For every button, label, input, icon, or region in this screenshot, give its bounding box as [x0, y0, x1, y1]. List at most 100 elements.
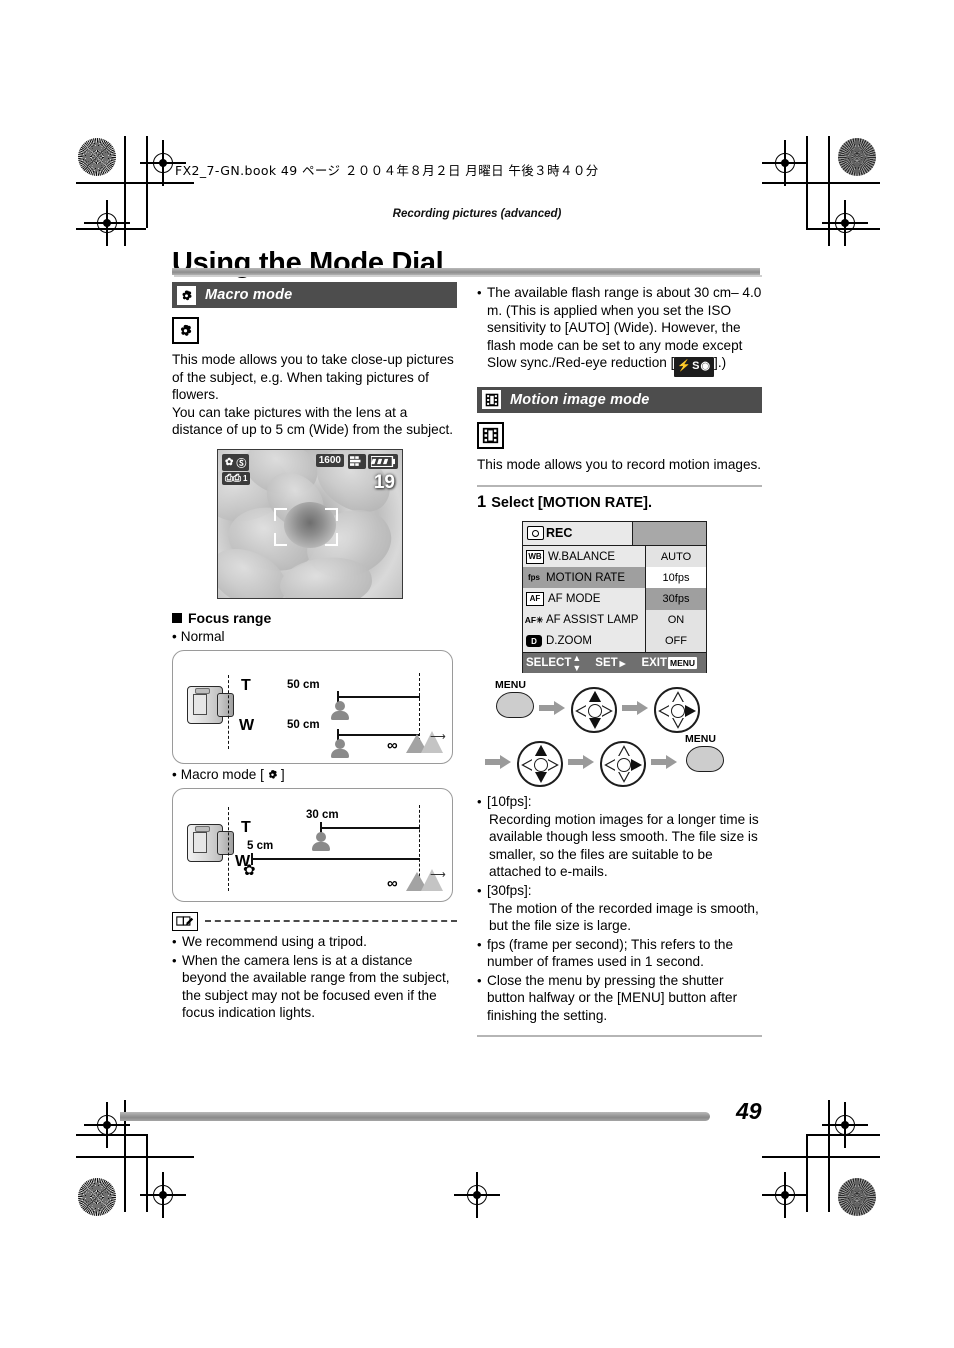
rec-menu-screenshot: REC WB W.BALANCE fps MOTION RATE AF AF M… [522, 520, 707, 673]
footer-bar [120, 1112, 710, 1121]
digital-zoom-icon: D [526, 635, 542, 648]
infinity-symbol-macro: ∞ [387, 874, 398, 892]
dashed-rule [205, 920, 457, 923]
near-limit-dashed-line [228, 674, 229, 749]
wide-distance-macro: 5 cm [247, 839, 274, 852]
person-figure-tele-macro [311, 831, 331, 852]
camera-illustration [187, 822, 234, 862]
dpad-right-1[interactable] [654, 686, 700, 733]
stabilizer-mode-value: 1 [243, 473, 248, 483]
tab-rec[interactable]: REC [523, 521, 633, 545]
menu-value-af-assist-lamp[interactable]: ON [646, 610, 706, 631]
step-text: Select [MOTION RATE]. [491, 494, 653, 511]
tab-rec-label: REC [546, 526, 573, 541]
macro-flower-icon [266, 768, 279, 781]
menu-button-label: MENU [685, 732, 716, 745]
flash-range-note: The available flash range is about 30 cm… [477, 284, 762, 377]
flow-arrow-icon [539, 700, 565, 715]
flow-arrow-icon [651, 754, 677, 769]
macro-mode-label-text: Macro mode [ [180, 766, 264, 782]
running-head: Recording pictures (advanced) [392, 208, 562, 220]
macro-flower-icon [177, 285, 196, 305]
menu-labels-column: WB W.BALANCE fps MOTION RATE AF AF MODE … [523, 545, 646, 652]
stabilizer-icon: ⎙⎙ [225, 472, 241, 484]
footer-select-label: SELECT [526, 656, 572, 669]
macro-mode-description-2: You can take pictures with the lens at a… [172, 404, 454, 438]
tele-distance-normal: 50 cm [287, 678, 320, 691]
list-item: We recommend using a tripod. [172, 933, 457, 951]
motion-rate-notes-list: [10fps]: Recording motion images for a l… [477, 793, 762, 1025]
note-text-30fps: The motion of the recorded image is smoo… [489, 900, 759, 934]
button-operation-flow: MENU MENU [477, 679, 762, 791]
page-number: 49 [736, 1098, 762, 1124]
menu-tab-bar: REC [523, 521, 706, 546]
menu-value-wbalance[interactable]: AUTO [646, 546, 706, 567]
menu-row-wbalance[interactable]: WB W.BALANCE [523, 545, 645, 568]
chevron-right-icon: ▸ [619, 657, 626, 670]
list-item: [10fps]: Recording motion images for a l… [477, 793, 762, 881]
section-title-macro-mode: Macro mode [205, 287, 293, 303]
book-file-header: FX2_7-GN.book 49 ページ ２００４年８月２日 月曜日 午後３時４… [175, 163, 599, 178]
updown-icon: ▲ ▼ [572, 652, 582, 673]
dpad-right-2[interactable] [600, 740, 646, 787]
iso-value: 1600 [318, 454, 341, 466]
menu-value-dzoom[interactable]: OFF [646, 631, 706, 652]
focus-range-heading: Focus range [172, 610, 457, 626]
slow-sync-redeye-icon: ⚡ S ◉ [674, 357, 715, 377]
manual-page: FX2_7-GN.book 49 ページ ２００４年８月２日 月曜日 午後３時４… [0, 0, 954, 1348]
af-frame [274, 507, 338, 546]
wide-label-normal: W [239, 716, 255, 734]
menu-button-cap [496, 691, 534, 718]
footer-set-label: SET [595, 656, 618, 669]
tele-label-macro: T [241, 818, 251, 836]
left-column: Macro mode This mode allows you to take … [172, 282, 457, 1022]
footer-exit-label: EXIT [641, 656, 668, 669]
person-figure-tele-normal [330, 700, 350, 721]
motion-film-icon [482, 390, 501, 410]
step-number: 1 [477, 492, 487, 511]
tele-distance-macro: 30 cm [306, 808, 339, 821]
menu-button-start[interactable]: MENU [493, 679, 537, 719]
lcd-iso-chip: 1600 [315, 453, 344, 467]
flow-arrow-icon [622, 700, 648, 715]
flow-arrow-icon [568, 754, 594, 769]
step-1-heading: 1 Select [MOTION RATE]. [477, 493, 762, 512]
flash-off-icon: Ⓢ [236, 458, 247, 470]
title-rule [172, 268, 762, 277]
menu-row-dzoom[interactable]: D D.ZOOM [523, 630, 645, 652]
menu-row-af-mode[interactable]: AF AF MODE [523, 588, 645, 610]
dpad-up-down-1[interactable] [571, 686, 617, 733]
menu-button-label: MENU [495, 678, 526, 691]
menu-value-motion-rate[interactable]: 10fps [646, 567, 706, 589]
white-balance-icon: WB [526, 549, 544, 564]
motion-image-mode-description: This mode allows you to record motion im… [477, 456, 762, 472]
note-separator-row [172, 911, 457, 931]
menu-button-cap [686, 745, 724, 772]
menu-rows: WB W.BALANCE fps MOTION RATE AF AF MODE … [523, 545, 706, 652]
frames-remaining: 19 [373, 471, 395, 493]
list-item: [30fps]: The motion of the recorded imag… [477, 882, 762, 935]
flow-arrow-icon [485, 754, 511, 769]
motion-image-mode-big-icon [477, 421, 504, 449]
menu-button-end[interactable]: MENU [683, 733, 727, 773]
note-term-10fps: [10fps]: [487, 793, 532, 809]
menu-value-af-mode[interactable]: 30fps [646, 588, 706, 610]
section-header-motion-image-mode: Motion image mode [477, 386, 762, 413]
right-column: The available flash range is about 30 cm… [477, 282, 762, 1038]
person-figure-wide-normal [330, 738, 350, 759]
wide-range-line-macro [251, 857, 420, 861]
macro-notes-list: We recommend using a tripod. When the ca… [172, 933, 457, 1022]
fps-icon: fps [528, 573, 540, 583]
dpad-up-down-2[interactable] [517, 740, 563, 787]
near-limit-dashed-line [228, 806, 229, 891]
macro-mode-description-1: This mode allows you to take close-up pi… [172, 352, 454, 403]
menu-row-af-assist-lamp[interactable]: AF✳ AF ASSIST LAMP [523, 609, 645, 631]
mountain-illustration-macro: ⟶ [404, 867, 446, 891]
menu-row-motion-rate[interactable]: fps MOTION RATE [523, 567, 645, 589]
macro-mode-label-end: ] [280, 766, 285, 782]
menu-label-af-mode: AF MODE [548, 592, 601, 605]
tele-range-line-normal [337, 695, 420, 699]
menu-tab-empty [633, 521, 706, 545]
note-text-10fps: Recording motion images for a longer tim… [489, 811, 759, 880]
note-term-30fps: [30fps]: [487, 882, 532, 898]
